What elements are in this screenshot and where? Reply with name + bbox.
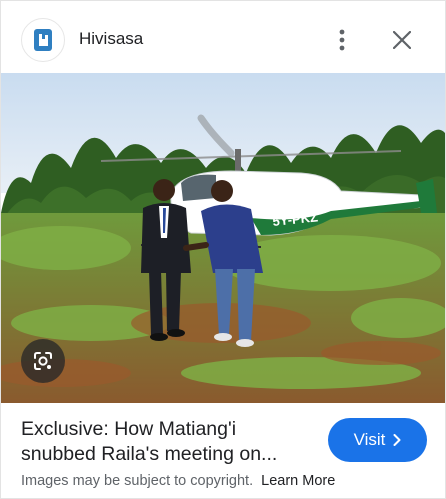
visit-button[interactable]: Visit	[328, 418, 427, 462]
google-lens-icon	[34, 352, 52, 370]
google-lens-button[interactable]	[21, 339, 65, 383]
article-title-line-2: snubbed Raila's meeting on...	[21, 443, 278, 465]
learn-more-link[interactable]: Learn More	[261, 473, 335, 489]
photo-scene: 5Y-PKZ	[1, 73, 445, 403]
site-favicon	[21, 18, 65, 62]
chevron-right-icon	[393, 434, 401, 446]
article-title-line-1: Exclusive: How Matiang'i	[21, 418, 237, 440]
close-button[interactable]	[387, 25, 417, 55]
visit-button-label: Visit	[353, 430, 386, 449]
copyright-notice: Images may be subject to copyright. Lear…	[21, 473, 335, 489]
preview-header: Hivisasa	[1, 1, 445, 77]
image-preview-card: Hivisasa 5Y-PKZ Exclusive: How Matiang'i…	[0, 0, 446, 499]
article-image[interactable]: 5Y-PKZ	[1, 73, 445, 403]
more-vert-icon	[339, 29, 345, 51]
copyright-text: Images may be subject to copyright.	[21, 473, 254, 489]
more-options-button[interactable]	[327, 25, 357, 55]
hivisasa-logo-icon	[34, 29, 52, 51]
site-name[interactable]: Hivisasa	[79, 29, 143, 49]
article-title[interactable]: Exclusive: How Matiang'i snubbed Raila's…	[21, 417, 317, 467]
close-icon	[393, 31, 411, 49]
